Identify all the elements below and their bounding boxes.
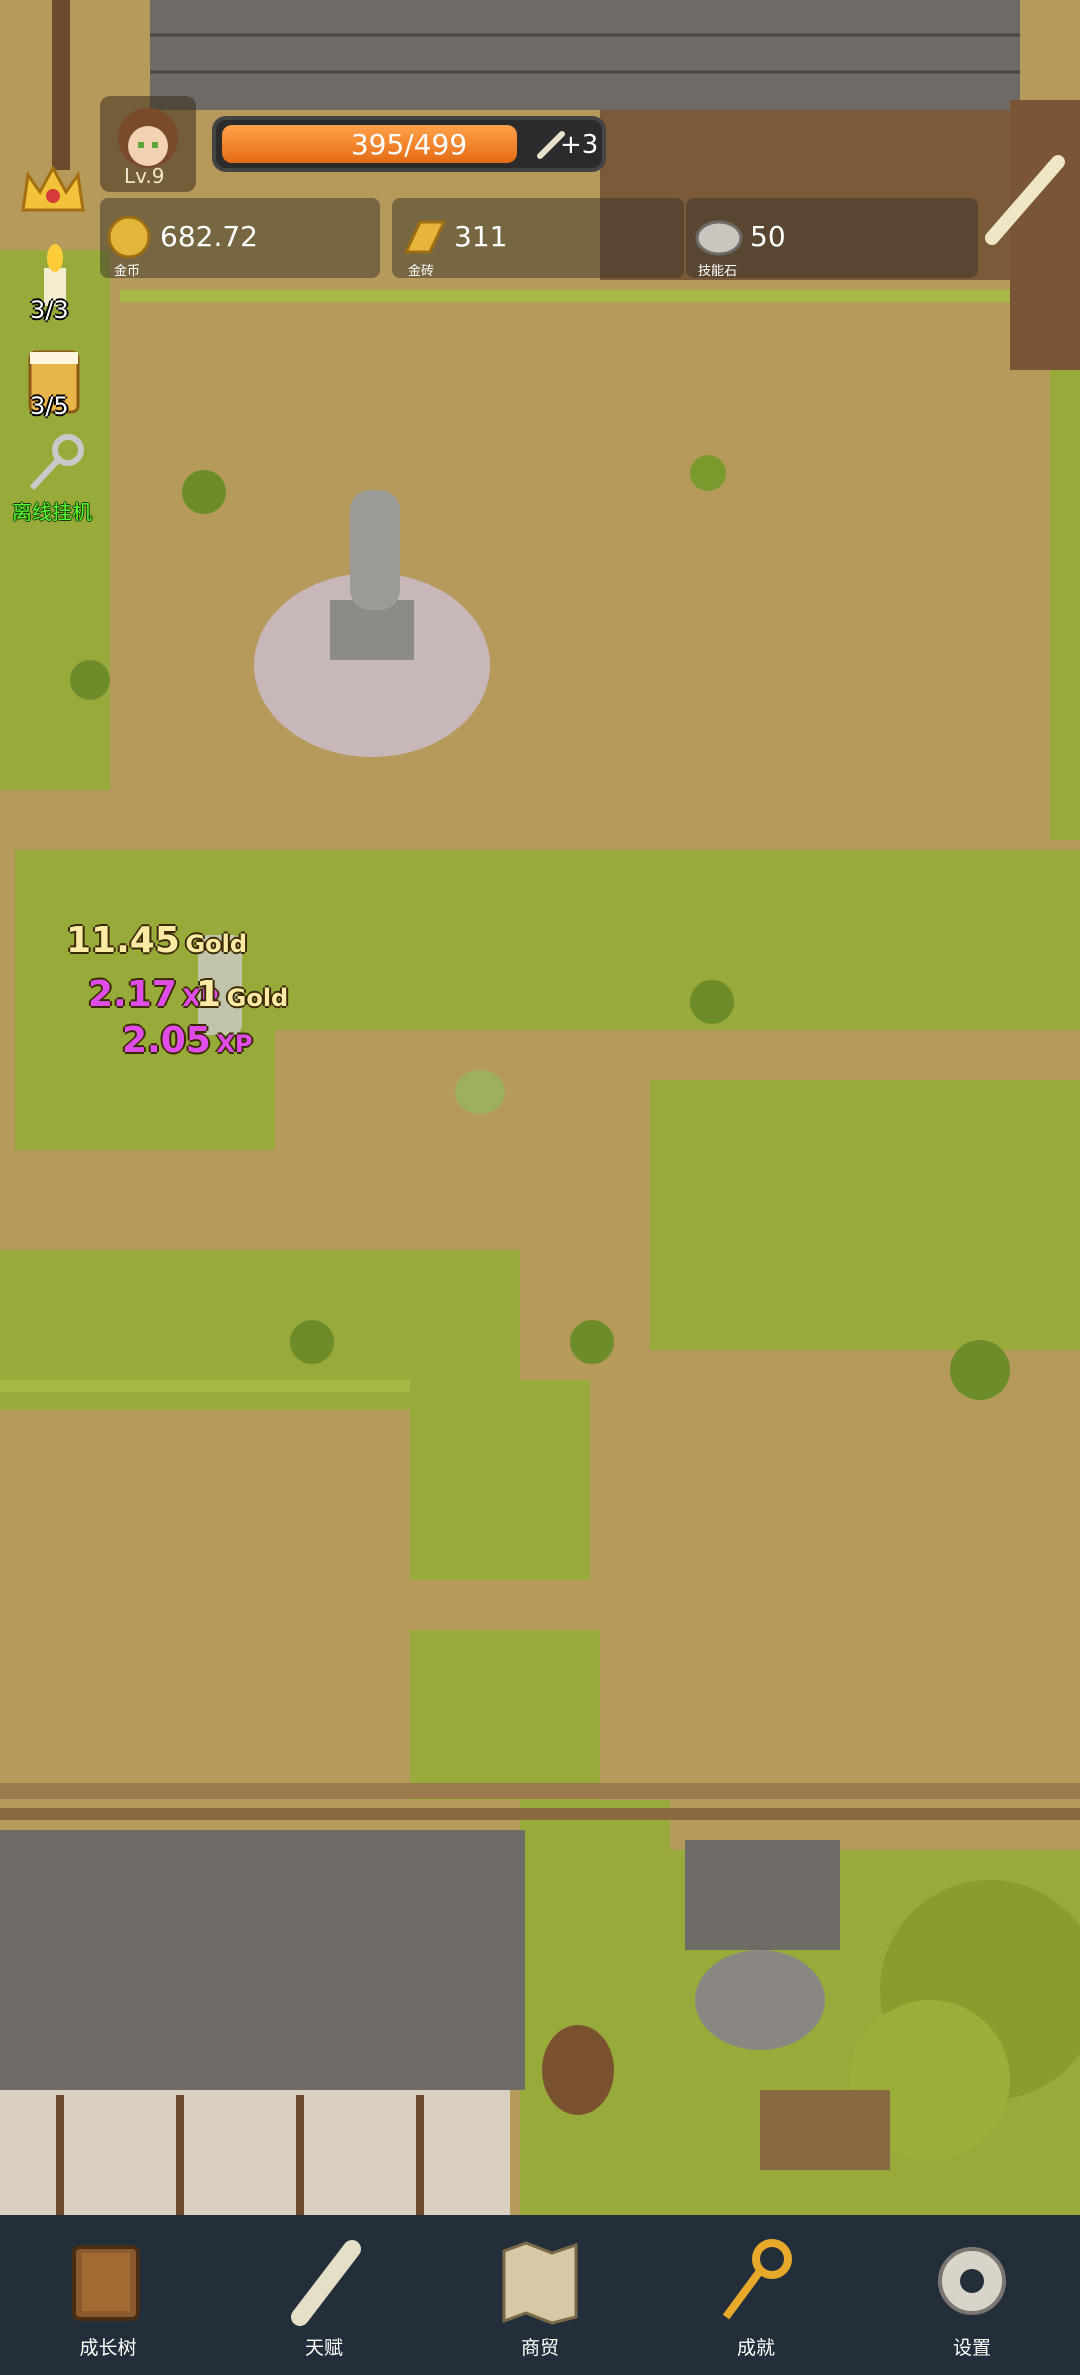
float-xp: 2.05 XP [122, 1020, 253, 1061]
candle-count: 3/3 [30, 296, 69, 324]
scroll-icon [291, 2240, 361, 2326]
float-value: 2.05 [122, 1020, 211, 1061]
nav-label: 成就 [736, 2337, 775, 2359]
float-unit: Gold [185, 930, 248, 958]
plant [290, 1320, 334, 1364]
nav-talent[interactable]: 天赋 [244, 2215, 404, 2375]
gold-bar-value: 311 [454, 220, 508, 253]
plant [570, 1320, 614, 1364]
gold-bar-icon [403, 220, 447, 254]
nav-growth-tree[interactable]: 成长树 [28, 2215, 188, 2375]
plant [182, 470, 226, 514]
float-gold: 11.45 Gold [66, 920, 247, 961]
crown-icon[interactable] [18, 160, 88, 220]
xp-bonus: +3 [560, 130, 599, 160]
coin-icon [107, 215, 151, 259]
plant [690, 455, 726, 491]
gold-bar-caption: 金砖 [408, 264, 435, 279]
nav-label: 商贸 [520, 2337, 559, 2359]
resource-coin[interactable]: 682.72 金币 [100, 198, 380, 279]
coin-value: 682.72 [160, 220, 258, 253]
nav-label: 成长树 [79, 2337, 137, 2359]
game-map[interactable]: 11.45 Gold 2.17 XP 1 Gold 2.05 XP [0, 0, 1080, 2215]
beer-count: 3/5 [30, 392, 69, 420]
nav-label: 设置 [952, 2337, 991, 2359]
nav-settings[interactable]: 设置 [892, 2215, 1052, 2375]
float-value: 1 [196, 974, 222, 1015]
plant [950, 1340, 1010, 1400]
coin-caption: 金币 [114, 264, 141, 279]
nav-trade[interactable]: 商贸 [460, 2215, 620, 2375]
float-gold: 1 Gold [196, 974, 288, 1015]
skill-stone-caption: 技能石 [698, 264, 738, 279]
float-unit: Gold [226, 984, 289, 1012]
map-icon [502, 2241, 578, 2325]
float-unit: XP [216, 1030, 253, 1058]
skill-stone-value: 50 [750, 220, 786, 253]
cabbage [455, 1070, 505, 1114]
float-value: 2.17 [88, 974, 177, 1015]
nav-label: 天赋 [304, 2337, 343, 2359]
float-value: 11.45 [66, 920, 180, 961]
nav-achievement[interactable]: 成就 [676, 2215, 836, 2375]
resource-gold-bar[interactable]: 311 金砖 [392, 198, 684, 279]
gear-icon [938, 2247, 1006, 2315]
plant [690, 980, 734, 1024]
book-icon [72, 2245, 140, 2321]
plant [70, 660, 110, 700]
bone-item-icon[interactable] [980, 150, 1070, 250]
bottom-nav: 成长树 天赋 商贸 成就 设置 [0, 2215, 1080, 2375]
resource-skill-stone[interactable]: 50 技能石 [686, 198, 978, 279]
player-level: Lv.9 [124, 164, 165, 188]
idle-label[interactable]: 离线挂机 [12, 496, 92, 525]
skill-stone-icon [695, 220, 743, 256]
key-icon [722, 2239, 792, 2320]
map-background [0, 0, 1080, 2215]
key-idle-icon[interactable] [24, 432, 88, 496]
